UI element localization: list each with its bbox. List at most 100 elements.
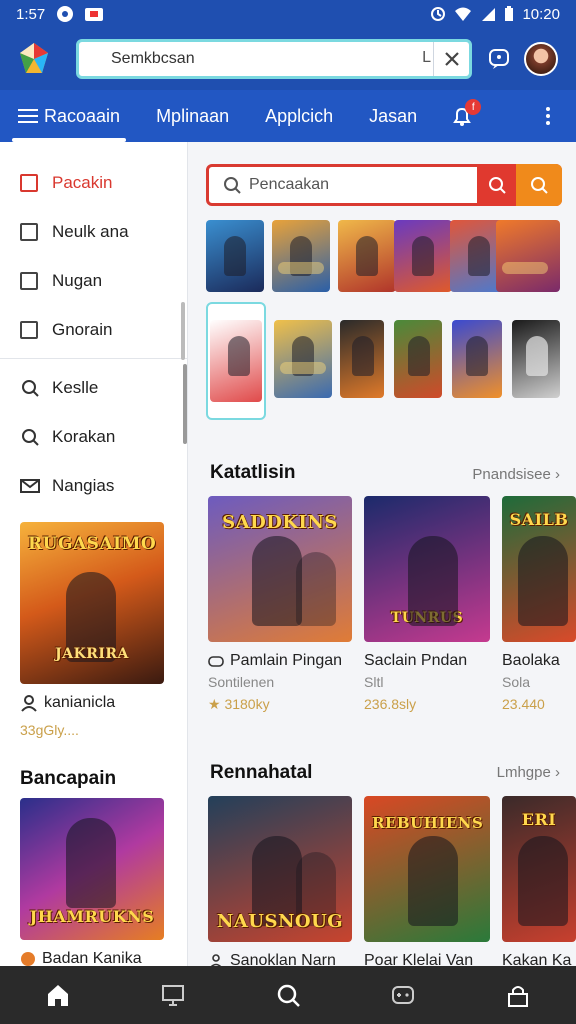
game-thumbnail[interactable] (394, 220, 452, 292)
sidebar-check-neulk-ana[interactable]: Neulk ana (0, 207, 187, 256)
wifi-icon (455, 7, 472, 21)
section-more-link[interactable]: Lmhgpe › (497, 764, 560, 781)
checkbox[interactable] (20, 173, 38, 192)
menu-icon (18, 105, 38, 127)
sidebar-item-keslle[interactable]: Keslle (0, 363, 187, 412)
checkbox[interactable] (20, 271, 38, 290)
nav-profile-button[interactable] (498, 975, 538, 1015)
sidebar-item-korakan[interactable]: Korakan (0, 412, 187, 461)
section-more-label: Pnandsisee (472, 466, 551, 483)
game-cover-image: TUNRUS (364, 496, 490, 642)
game-price: 33gGly.... (20, 722, 79, 738)
search-input[interactable]: Semkbcsan L (76, 39, 472, 79)
notifications-button[interactable]: f (447, 99, 482, 131)
search-filter-button[interactable] (516, 164, 562, 206)
controller-icon (392, 986, 415, 1004)
sidebar-check-gnorain[interactable]: Gnorain (0, 305, 187, 354)
top-app-bar: Semkbcsan L (0, 28, 576, 90)
sidebar-item-label: Nugan (52, 270, 103, 290)
sidebar-item-nangias[interactable]: Nangias (0, 461, 187, 510)
game-title-text: kanianicla (44, 694, 116, 711)
cover-figure (518, 836, 568, 926)
tab-jasan[interactable]: Jasan (351, 90, 435, 142)
game-thumbnail[interactable] (206, 220, 264, 292)
cover-title-art: ERI (521, 810, 557, 829)
chat-button[interactable] (484, 44, 514, 74)
chat-icon (489, 49, 509, 69)
nav-games-button[interactable] (383, 975, 423, 1015)
game-price: 236.8sly (364, 696, 417, 712)
game-thumbnail[interactable] (452, 320, 502, 398)
section-more-label: Lmhgpe (496, 764, 551, 781)
game-card[interactable]: NAUSNOUG Sanoklan Narn (208, 796, 352, 966)
alarm-icon (431, 7, 446, 21)
status-time-left: 1:57 (16, 5, 46, 23)
sidebar-check-pacakin[interactable]: Pacakin (0, 158, 187, 207)
game-thumbnail[interactable] (272, 220, 330, 292)
avatar[interactable] (524, 42, 558, 76)
clear-search-button[interactable] (433, 42, 469, 76)
game-cover-image: NAUSNOUG (208, 796, 352, 942)
game-title-text: Kakan Ka (502, 952, 572, 966)
section-title: Katatlisin (210, 462, 296, 483)
featured-game-card-2[interactable]: JHAMRUKNS Badan Kanika (20, 798, 164, 968)
nav-tab-bar: Racoaain Mplinaan Applcich Jasan f (0, 90, 576, 142)
game-thumbnail[interactable] (394, 320, 442, 398)
nav-search-button[interactable] (268, 975, 308, 1015)
chevron-right-icon: › (555, 466, 560, 483)
game-thumbnail[interactable] (210, 320, 262, 402)
home-icon (47, 985, 68, 1006)
tab-label: Applcich (265, 105, 334, 126)
sidebar-item-label: Gnorain (52, 319, 113, 339)
user-icon (21, 695, 37, 712)
search-input-glyph: L (422, 49, 431, 66)
game-thumbnail[interactable] (274, 320, 332, 398)
game-price: 23.440 (502, 696, 545, 712)
tab-mplinaan[interactable]: Mplinaan (138, 90, 247, 142)
game-title: Pamlain Pingan (208, 652, 352, 670)
tab-racoaain[interactable]: Racoaain (0, 90, 138, 142)
cover-title-art: RUGASAIMO (28, 534, 157, 554)
sidebar: Pacakin Neulk ana Nugan Gnorain Keslle K… (0, 142, 188, 968)
nav-home-button[interactable] (38, 975, 78, 1015)
game-cover-image: REBUHIENS (364, 796, 490, 942)
game-card[interactable]: TUNRUS Saclain Pndan Sltl 236.8sly (364, 496, 508, 712)
nav-screen-button[interactable] (153, 975, 193, 1015)
search-submit-button[interactable] (477, 164, 517, 206)
game-title-text: Sanoklan Narn (230, 952, 336, 966)
game-thumbnail[interactable] (512, 320, 560, 398)
content-search-input[interactable]: Pencaakan (206, 164, 562, 206)
game-thumbnail[interactable] (496, 220, 560, 292)
search-icon (489, 177, 506, 194)
search-icon (20, 378, 40, 398)
cover-figure (408, 536, 458, 626)
sidebar-item-label: Keslle (52, 377, 99, 397)
cover-subtitle-art: JAKRIRA (55, 646, 129, 662)
game-card[interactable]: SAILB Baolaka Sola 23.440 (502, 496, 576, 712)
featured-game-card[interactable]: RUGASAIMO JAKRIRA kanianicla 33gGly.... (20, 522, 164, 738)
game-card[interactable]: SADDKINS Pamlain Pingan Sontilenen ★ 318… (208, 496, 352, 713)
search-icon (224, 177, 241, 194)
game-card[interactable]: ERI Kakan Ka (502, 796, 576, 966)
game-cover-image: SAILB (502, 496, 576, 642)
game-thumbnail[interactable] (340, 320, 384, 398)
game-card[interactable]: REBUHIENS Poar Klelai Van (364, 796, 508, 966)
controller-icon (208, 656, 224, 667)
sidebar-item-label: Neulk ana (52, 221, 129, 241)
sidebar-check-nugan[interactable]: Nugan (0, 256, 187, 305)
bottom-navigation (0, 966, 576, 1024)
sidebar-scrollbar-thumb[interactable] (183, 364, 187, 444)
checkbox[interactable] (20, 222, 38, 241)
battery-icon (505, 6, 514, 21)
game-thumbnail[interactable] (338, 220, 396, 292)
more-options-button[interactable] (546, 104, 552, 128)
cover-figure (408, 836, 458, 926)
cover-title-art: NAUSNOUG (216, 911, 344, 932)
app-logo-icon[interactable] (14, 39, 54, 79)
main-content: Pencaakan Katatlisin Pnandsisee › SADDKI… (188, 142, 576, 966)
search-input-text: Semkbcsan (111, 50, 195, 67)
checkbox[interactable] (20, 320, 38, 339)
sidebar-scrollbar[interactable] (181, 302, 185, 360)
tab-applcich[interactable]: Applcich (247, 90, 351, 142)
section-more-link[interactable]: Pnandsisee › (472, 466, 560, 483)
